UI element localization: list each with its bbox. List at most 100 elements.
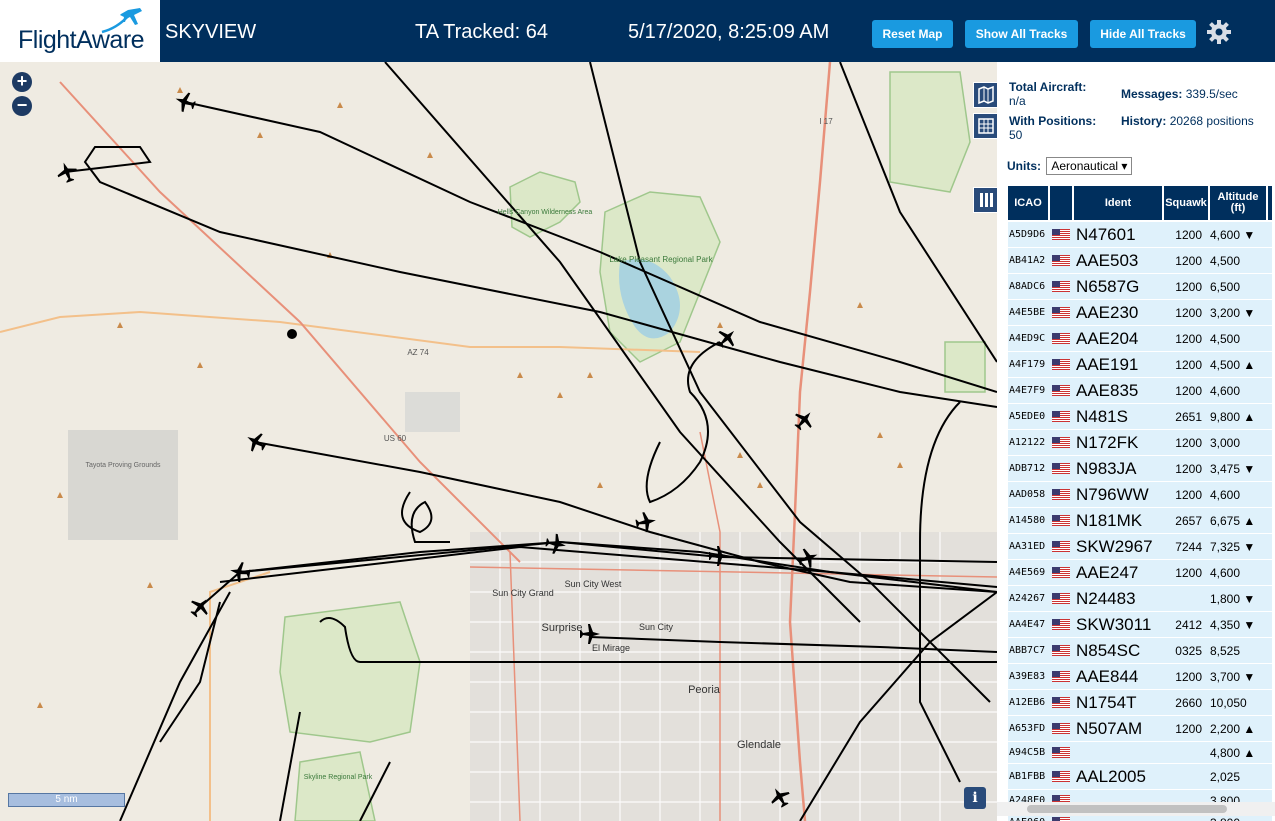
cell-altitude: 4,500 (1210, 253, 1241, 268)
table-row[interactable]: A94C5B 4,800 ▲ (1008, 742, 1272, 764)
aircraft-panel: Total Aircraft: n/a Messages: 339.5/sec … (997, 62, 1275, 821)
map-canvas[interactable]: Hells Canyon Wilderness Area Lake Pleasa… (0, 62, 997, 821)
cell-icao: ABB7C7 (1009, 645, 1046, 656)
logo-text: FlightAware (18, 26, 145, 54)
table-row[interactable]: ABB7C7 N854SC 0325 8,525 (1008, 638, 1272, 664)
aircraft-table: A5D9D6 N47601 1200 4,600 ▼ AB41A2 AAE503 1200 4… (1008, 222, 1272, 821)
cell-altitude: 4,600 (1210, 383, 1241, 398)
proving-grounds (68, 430, 178, 540)
columns-icon[interactable] (973, 187, 997, 213)
table-row[interactable]: A5EDE0 N481S 2651 9,800 ▲ (1008, 404, 1272, 430)
cell-icao: AB1FBB (1009, 771, 1046, 782)
table-row[interactable]: A4ED9C AAE204 1200 4,500 (1008, 326, 1272, 352)
cell-ident: AAE844 (1076, 666, 1139, 686)
cell-ident: N854SC (1076, 640, 1141, 660)
cell-altitude: 4,600 (1210, 487, 1241, 502)
map-layer-icon[interactable] (973, 82, 997, 108)
units-select[interactable]: Aeronautical ▾ (1046, 157, 1133, 175)
cell-icao: A4E569 (1009, 567, 1046, 578)
us-flag-icon (1052, 690, 1074, 715)
us-flag-icon (1052, 326, 1074, 351)
us-flag-icon (1052, 482, 1074, 507)
cell-ident: N47601 (1076, 224, 1136, 244)
table-row[interactable]: A4E569 AAE247 1200 4,600 (1008, 560, 1272, 586)
land-parcel (405, 392, 460, 432)
table-row[interactable]: A4E5BE AAE230 1200 3,200 ▼ (1008, 300, 1272, 326)
cell-altitude: 4,500 (1210, 331, 1241, 346)
table-row[interactable]: A4E7F9 AAE835 1200 4,600 (1008, 378, 1272, 404)
horizontal-scrollbar[interactable] (997, 802, 1275, 816)
label-lake-pleasant: Lake Pleasant Regional Park (609, 255, 713, 264)
table-row[interactable]: A653FD N507AM 1200 2,200 ▲ (1008, 716, 1272, 742)
label-tayota: Tayota Proving Grounds (85, 462, 161, 469)
cell-altitude: 9,800 ▲ (1210, 409, 1256, 424)
reset-map-button[interactable]: Reset Map (872, 20, 953, 48)
cell-icao: A94C5B (1009, 747, 1046, 758)
col-squawk[interactable]: Squawk (1164, 186, 1208, 220)
cell-altitude: 8,525 (1210, 643, 1241, 658)
us-flag-icon (1052, 612, 1074, 637)
cell-ident: N983JA (1076, 458, 1137, 478)
table-row[interactable]: AB41A2 AAE503 1200 4,500 (1008, 248, 1272, 274)
cell-icao: AAD058 (1009, 489, 1046, 500)
zoom-in-icon[interactable]: + (12, 72, 32, 92)
col-icao[interactable]: ICAO (1008, 186, 1048, 220)
park-area (944, 341, 986, 393)
us-flag-icon (1052, 248, 1074, 273)
grid-icon[interactable] (973, 113, 997, 139)
with-positions-value: 50 (1009, 128, 1023, 142)
cell-squawk: 1200 (1175, 669, 1202, 684)
col-extra (1268, 186, 1272, 220)
us-flag-icon (1052, 456, 1074, 481)
park-area (509, 171, 581, 238)
cell-altitude: 6,675 ▲ (1210, 513, 1256, 528)
history-value: 20268 positions (1169, 114, 1254, 128)
cell-squawk: 1200 (1175, 331, 1202, 346)
total-aircraft-label: Total Aircraft: (1009, 80, 1087, 94)
messages-value: 339.5/sec (1185, 87, 1238, 101)
table-row[interactable]: AA31ED SKW2967 7244 7,325 ▼ (1008, 534, 1272, 560)
cell-ident: N6587G (1076, 276, 1140, 296)
hide-all-tracks-button[interactable]: Hide All Tracks (1090, 20, 1196, 48)
table-row[interactable]: A39E83 AAE844 1200 3,700 ▼ (1008, 664, 1272, 690)
table-row[interactable]: A4F179 AAE191 1200 4,500 ▲ (1008, 352, 1272, 378)
table-row[interactable]: AA4E47 SKW3011 2412 4,350 ▼ (1008, 612, 1272, 638)
col-altitude[interactable]: Altitude (ft) (1210, 186, 1266, 220)
cell-squawk: 1200 (1175, 461, 1202, 476)
cell-ident: N1754T (1076, 692, 1137, 712)
table-row[interactable]: A24267 N24483 1,800 ▼ (1008, 586, 1272, 612)
col-flag (1050, 186, 1072, 220)
table-row[interactable]: AAD058 N796WW 1200 4,600 (1008, 482, 1272, 508)
col-ident[interactable]: Ident (1074, 186, 1162, 220)
table-row[interactable]: A5D9D6 N47601 1200 4,600 ▼ (1008, 222, 1272, 248)
info-icon[interactable]: i (964, 787, 986, 809)
cell-altitude: 1,800 ▼ (1210, 591, 1256, 606)
label-i17: I 17 (819, 117, 833, 126)
table-row[interactable]: A12EB6 N1754T 2660 10,050 (1008, 690, 1272, 716)
scrollbar-thumb[interactable] (1027, 805, 1227, 813)
us-flag-icon (1052, 534, 1074, 559)
cell-icao: A8ADC6 (1009, 281, 1046, 292)
cell-icao: AB41A2 (1009, 255, 1046, 266)
table-row[interactable]: ADB712 N983JA 1200 3,475 ▼ (1008, 456, 1272, 482)
gear-icon[interactable] (1205, 18, 1233, 46)
messages-label: Messages: (1121, 87, 1183, 101)
label-az74: AZ 74 (407, 348, 429, 357)
table-row[interactable]: AB1FBB AAL2005 2,025 (1008, 764, 1272, 790)
flightaware-logo[interactable]: FlightAware (0, 0, 160, 62)
us-flag-icon (1052, 560, 1074, 585)
cell-icao: A4E7F9 (1009, 385, 1046, 396)
cell-ident: SKW3011 (1076, 614, 1152, 634)
zoom-out-icon[interactable]: − (12, 96, 32, 116)
tracked-count: TA Tracked: 64 (415, 21, 549, 43)
map-view[interactable]: Hells Canyon Wilderness Area Lake Pleasa… (0, 62, 997, 821)
show-all-tracks-button[interactable]: Show All Tracks (965, 20, 1078, 48)
table-row[interactable]: A8ADC6 N6587G 1200 6,500 (1008, 274, 1272, 300)
park-area (889, 71, 971, 193)
label-sun-city-grand: Sun City Grand (492, 588, 554, 598)
cell-altitude: 3,700 ▼ (1210, 669, 1256, 684)
cell-icao: AA4E47 (1009, 619, 1046, 630)
cell-squawk: 1200 (1175, 565, 1202, 580)
table-row[interactable]: A14580 N181MK 2657 6,675 ▲ (1008, 508, 1272, 534)
table-row[interactable]: A12122 N172FK 1200 3,000 (1008, 430, 1272, 456)
